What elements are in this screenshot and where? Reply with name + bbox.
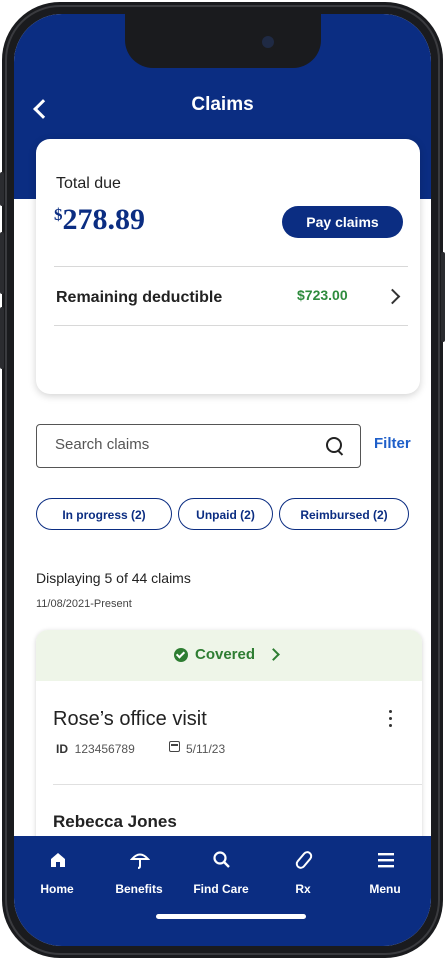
camera-notch <box>125 14 321 68</box>
volume-up-button <box>0 232 4 294</box>
search-icon <box>213 851 230 868</box>
nav-label: Benefits <box>115 882 163 896</box>
claim-id: ID 123456789 <box>56 742 135 756</box>
chip-in-progress[interactable]: In progress (2) <box>36 498 172 530</box>
power-button <box>441 252 445 342</box>
chevron-right-icon <box>267 648 280 661</box>
home-icon <box>51 853 65 867</box>
nav-label: Rx <box>295 882 311 896</box>
phone-frame: Claims Total due $278.89 Pay claims Rema… <box>0 2 445 958</box>
claim-status-bar[interactable]: Covered <box>36 630 422 681</box>
mute-switch <box>0 172 4 206</box>
nav-label: Menu <box>369 882 401 896</box>
total-due-amount: $278.89 <box>54 203 145 237</box>
volume-down-button <box>0 307 4 369</box>
more-options-icon[interactable] <box>386 710 394 730</box>
remaining-deductible-label[interactable]: Remaining deductible <box>56 289 222 307</box>
page-title: Claims <box>191 94 254 115</box>
umbrella-icon <box>130 853 150 869</box>
claim-id-label: ID <box>56 742 68 756</box>
search-input[interactable] <box>53 435 307 454</box>
date-range-text: 11/08/2021-Present <box>36 598 132 610</box>
patient-name: Rebecca Jones <box>53 812 177 831</box>
divider <box>54 325 408 326</box>
nav-label: Find Care <box>193 882 249 896</box>
chevron-right-icon[interactable] <box>384 288 401 305</box>
camera-icon <box>262 36 274 48</box>
total-due-label: Total due <box>56 175 121 192</box>
pay-claims-button[interactable]: Pay claims <box>282 206 403 238</box>
chip-reimbursed[interactable]: Reimbursed (2) <box>279 498 409 530</box>
divider <box>54 266 408 267</box>
search-icon[interactable] <box>326 437 342 453</box>
claim-card[interactable]: Covered Rose’s office visit ID 123456789… <box>36 630 422 870</box>
bottom-nav: Home Benefits Find Care Rx Menu <box>14 836 431 946</box>
currency-symbol: $ <box>54 205 63 224</box>
remaining-deductible-value: $723.00 <box>297 287 348 303</box>
check-circle-icon <box>174 648 188 662</box>
claims-count-text: Displaying 5 of 44 claims <box>36 570 191 586</box>
chip-unpaid[interactable]: Unpaid (2) <box>178 498 273 530</box>
claim-date: 5/11/23 <box>186 742 226 756</box>
search-claims-field[interactable] <box>36 424 361 468</box>
claim-title: Rose’s office visit <box>53 708 207 730</box>
claim-id-value: 123456789 <box>74 742 135 756</box>
total-amount-value: 278.89 <box>62 203 146 236</box>
total-due-card: Total due $278.89 Pay claims Remaining d… <box>36 139 420 394</box>
home-indicator[interactable] <box>156 914 306 919</box>
covered-label: Covered <box>195 646 256 663</box>
filter-link[interactable]: Filter <box>374 435 411 452</box>
nav-label: Home <box>40 882 74 896</box>
calendar-icon <box>169 741 180 752</box>
app-screen: Claims Total due $278.89 Pay claims Rema… <box>14 14 431 946</box>
pill-icon <box>295 851 313 869</box>
menu-icon <box>378 853 394 868</box>
divider <box>53 784 422 785</box>
